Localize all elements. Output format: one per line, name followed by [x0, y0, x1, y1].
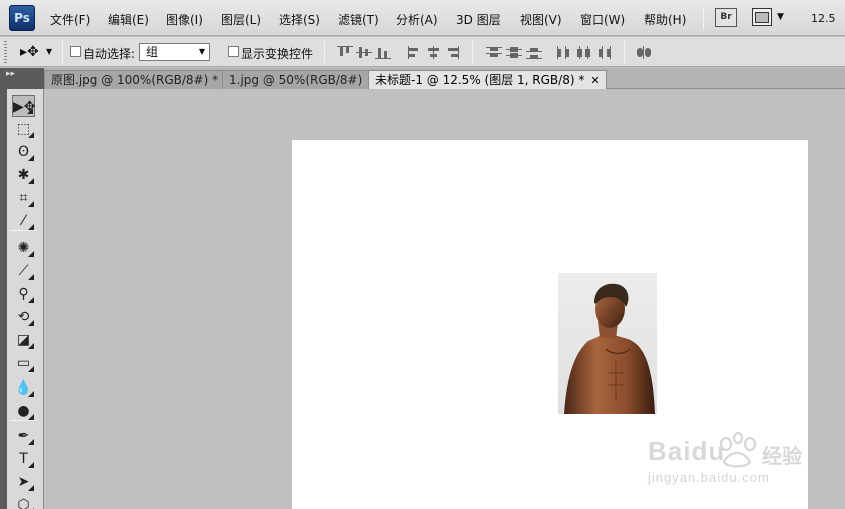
- screen-mode-icon[interactable]: [752, 8, 772, 26]
- distribute-vcenter-icon[interactable]: [506, 46, 522, 59]
- menu-help[interactable]: 帮助(H): [644, 11, 686, 28]
- align-top-icon[interactable]: [337, 46, 353, 59]
- align-vcenter-icon[interactable]: [356, 46, 372, 59]
- tab-original-jpg[interactable]: 原图.jpg @ 100%(RGB/8#) *✕: [44, 70, 241, 89]
- tab-1-jpg[interactable]: 1.jpg @ 50%(RGB/8#)✕: [222, 70, 385, 89]
- tab-label: 原图.jpg @ 100%(RGB/8#) *: [51, 73, 219, 87]
- auto-select-value: 组: [146, 45, 159, 59]
- screen-mode-dropdown-icon[interactable]: ▼: [777, 12, 784, 22]
- close-icon[interactable]: ✕: [590, 74, 599, 87]
- align-hcenter-icon[interactable]: [425, 46, 441, 59]
- menu-analysis[interactable]: 分析(A): [396, 11, 438, 28]
- chevron-down-icon: ▼: [198, 47, 205, 56]
- auto-select-dropdown[interactable]: 组 ▼: [139, 43, 210, 61]
- options-bar: ▸✥ ▼ 自动选择: 组 ▼ 显示变换控件: [0, 37, 845, 67]
- watermark-brand-cn: 经验: [762, 444, 802, 468]
- magic-wand-tool[interactable]: ✱: [12, 164, 35, 186]
- tools-panel-strip[interactable]: [0, 89, 7, 509]
- tab-untitled-1[interactable]: 未标题-1 @ 12.5% (图层 1, RGB/8) * ✕: [368, 70, 607, 89]
- eyedropper-tool[interactable]: ⁄: [12, 210, 35, 232]
- gradient-tool[interactable]: ▭: [12, 352, 35, 374]
- options-separator: [324, 41, 325, 63]
- align-left-icon[interactable]: [406, 46, 422, 59]
- tools-separator: [10, 420, 37, 421]
- options-separator: [624, 41, 625, 63]
- menu-image[interactable]: 图像(I): [166, 11, 203, 28]
- dodge-tool[interactable]: ●: [12, 400, 35, 422]
- options-separator: [472, 41, 473, 63]
- move-tool-preset-icon[interactable]: ▸✥: [20, 44, 39, 60]
- photoshop-logo: Ps: [9, 5, 35, 31]
- tab-label: 未标题-1 @ 12.5% (图层 1, RGB/8) *: [375, 73, 585, 87]
- menu-layer[interactable]: 图层(L): [221, 11, 261, 28]
- auto-align-layers-icon[interactable]: [636, 46, 652, 59]
- menu-3d[interactable]: 3D 图层: [456, 11, 501, 28]
- auto-select-checkbox[interactable]: [70, 46, 81, 57]
- marquee-tool[interactable]: ⬚: [12, 118, 35, 140]
- distribute-left-icon[interactable]: [556, 46, 572, 59]
- options-bar-grip[interactable]: [4, 41, 7, 63]
- collapse-panel-icon[interactable]: ▸▸: [0, 68, 44, 89]
- document-tab-bar: ▸▸ 原图.jpg @ 100%(RGB/8#) *✕ 1.jpg @ 50%(…: [0, 68, 845, 89]
- distribute-top-icon[interactable]: [486, 46, 502, 59]
- history-brush-tool[interactable]: ⟲: [12, 306, 35, 328]
- layer-1-photo[interactable]: [558, 273, 657, 414]
- blur-tool[interactable]: 💧: [12, 377, 35, 399]
- spot-healing-tool[interactable]: ✺: [12, 237, 35, 259]
- distribute-hcenter-icon[interactable]: [576, 46, 592, 59]
- bridge-button[interactable]: Br: [715, 8, 737, 27]
- move-tool[interactable]: ▶✥: [12, 95, 36, 117]
- menu-select[interactable]: 选择(S): [279, 11, 320, 28]
- distribute-bottom-icon[interactable]: [526, 46, 542, 59]
- tool-preset-dropdown-icon[interactable]: ▼: [46, 47, 52, 56]
- options-separator: [62, 41, 63, 63]
- menu-separator: [703, 7, 704, 29]
- zoom-level[interactable]: 12.5: [811, 12, 836, 25]
- shirtless-man-image: [564, 283, 655, 414]
- menu-filter[interactable]: 滤镜(T): [338, 11, 379, 28]
- menu-file[interactable]: 文件(F): [50, 11, 90, 28]
- crop-tool[interactable]: ⌗: [12, 187, 35, 209]
- pen-tool[interactable]: ✒: [12, 425, 35, 447]
- path-selection-tool[interactable]: ➤: [12, 471, 35, 493]
- watermark-url: jingyan.baidu.com: [648, 470, 770, 485]
- type-tool[interactable]: T: [12, 448, 35, 470]
- menu-view[interactable]: 视图(V): [520, 11, 562, 28]
- tools-panel: ▶✥ ⬚ ʘ ✱ ⌗ ⁄ ✺ ⟋ ⚲ ⟲ ◪ ▭ 💧 ● ✒ T ➤ ⬡: [0, 89, 44, 509]
- menu-edit[interactable]: 编辑(E): [108, 11, 149, 28]
- clone-stamp-tool[interactable]: ⚲: [12, 283, 35, 305]
- show-transform-checkbox[interactable]: [228, 46, 239, 57]
- distribute-right-icon[interactable]: [596, 46, 612, 59]
- auto-select-label: 自动选择:: [83, 47, 136, 61]
- tab-label: 1.jpg @ 50%(RGB/8#): [229, 73, 363, 87]
- brush-tool[interactable]: ⟋: [12, 260, 35, 282]
- eraser-tool[interactable]: ◪: [12, 329, 35, 351]
- baidu-watermark: Baidu 经验 jingyan.baidu.com: [646, 426, 806, 490]
- show-transform-label: 显示变换控件: [241, 47, 314, 61]
- menu-window[interactable]: 窗口(W): [580, 11, 625, 28]
- watermark-brand: Baidu: [648, 436, 726, 466]
- align-right-icon[interactable]: [444, 46, 460, 59]
- menu-bar: Ps 文件(F) 编辑(E) 图像(I) 图层(L) 选择(S) 滤镜(T) 分…: [0, 0, 845, 36]
- shape-tool[interactable]: ⬡: [12, 494, 35, 509]
- align-bottom-icon[interactable]: [375, 46, 391, 59]
- tools-separator: [10, 230, 37, 231]
- lasso-tool[interactable]: ʘ: [12, 141, 35, 163]
